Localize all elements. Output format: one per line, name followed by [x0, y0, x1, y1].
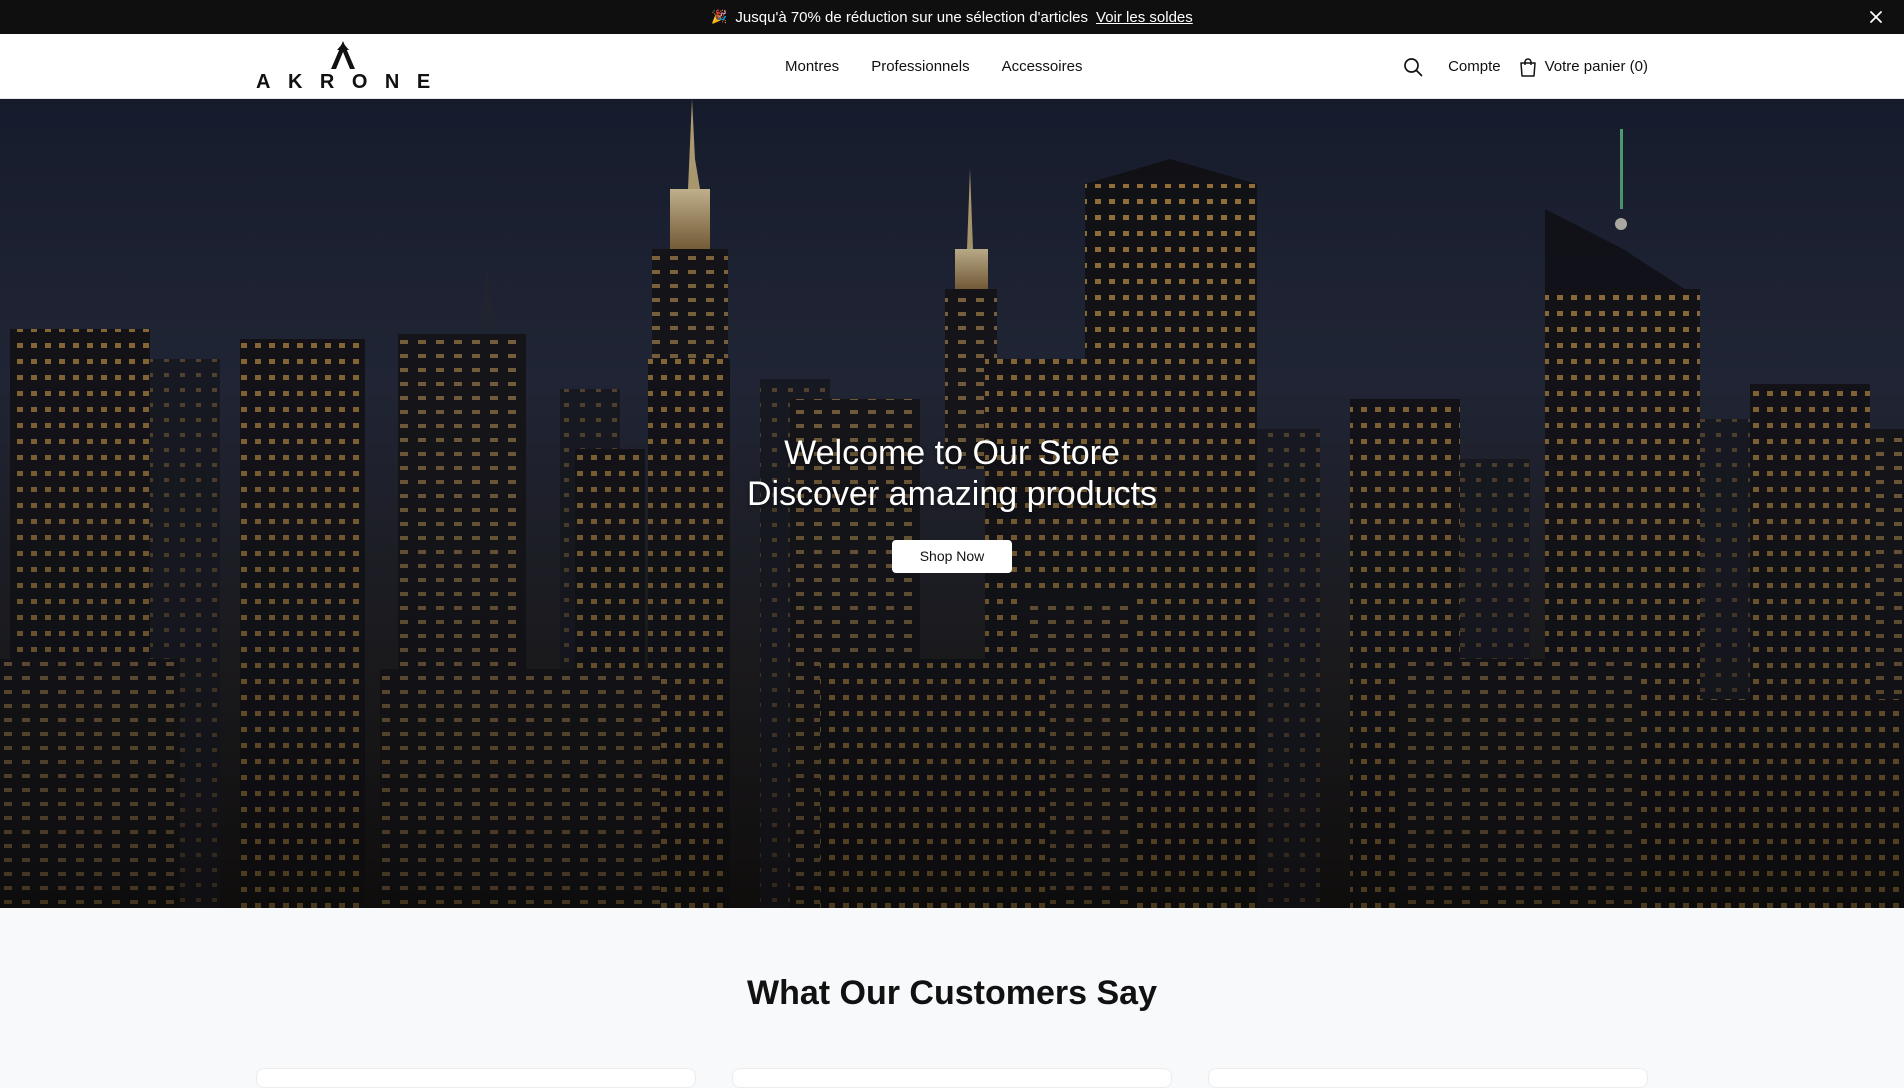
main-nav: Montres Professionnels Accessoires	[785, 34, 1082, 99]
logo-mark-icon	[331, 41, 355, 69]
nav-item-professionnels[interactable]: Professionnels	[871, 58, 969, 75]
shop-now-button[interactable]: Shop Now	[892, 540, 1012, 573]
site-header: AKRONE Montres Professionnels Accessoire…	[0, 34, 1904, 99]
nav-item-montres[interactable]: Montres	[785, 58, 839, 75]
hero-banner: Welcome to Our Store Discover amazing pr…	[0, 99, 1904, 908]
hero-title-line1: Welcome to Our Store	[784, 434, 1120, 472]
announcement-text: Jusqu'à 70% de réduction sur une sélecti…	[735, 8, 1089, 26]
search-icon[interactable]	[1402, 56, 1424, 78]
shopping-bag-icon	[1519, 57, 1536, 77]
party-popper-icon: 🎉	[711, 9, 728, 24]
nav-item-accessoires[interactable]: Accessoires	[1002, 58, 1083, 75]
header-tools: Compte Votre panier (0)	[1402, 34, 1648, 99]
hero-content: Welcome to Our Store Discover amazing pr…	[0, 433, 1904, 573]
account-link[interactable]: Compte	[1448, 58, 1501, 75]
announcement-bar: 🎉 Jusqu'à 70% de réduction sur une sélec…	[0, 0, 1904, 34]
testimonial-card	[256, 1068, 696, 1088]
logo-text: AKRONE	[256, 71, 448, 93]
sale-link[interactable]: Voir les soldes	[1096, 9, 1193, 26]
cart-button[interactable]: Votre panier (0)	[1519, 57, 1648, 77]
testimonials-heading: What Our Customers Say	[747, 974, 1157, 1012]
testimonial-card	[1208, 1068, 1648, 1088]
close-icon[interactable]	[1866, 7, 1886, 27]
hero-title-line2: Discover amazing products	[746, 475, 1158, 513]
cart-label: Votre panier (0)	[1544, 58, 1648, 75]
logo[interactable]: AKRONE	[256, 40, 432, 94]
testimonial-card	[732, 1068, 1172, 1088]
testimonials-section: What Our Customers Say	[0, 908, 1904, 1088]
